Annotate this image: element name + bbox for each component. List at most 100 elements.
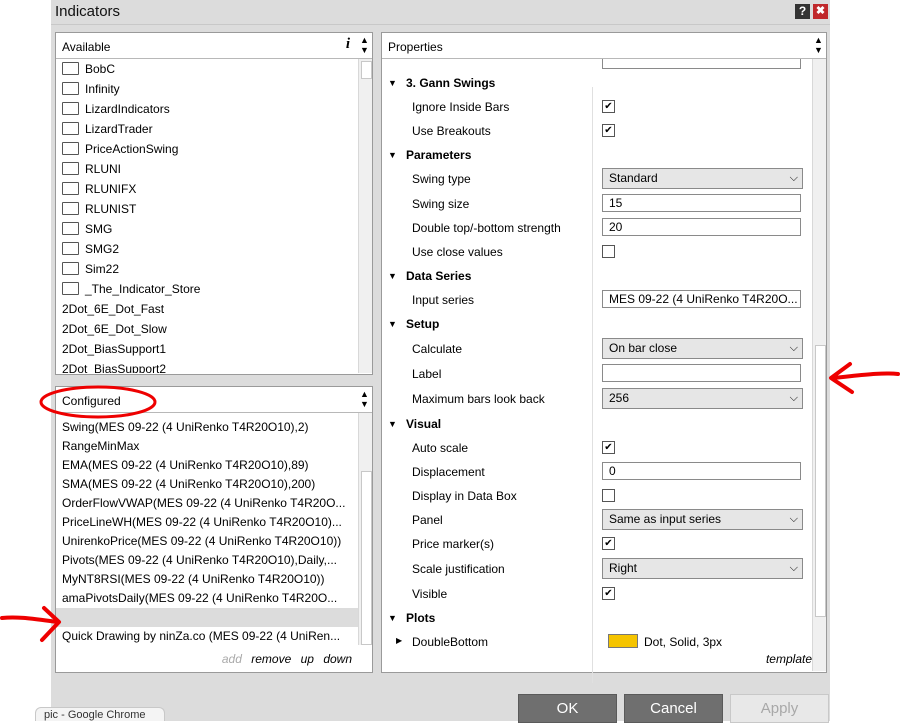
scale-justification-select[interactable]: Right ⌵ xyxy=(602,558,803,579)
collapse-triangle-icon[interactable]: ▼ xyxy=(388,613,397,623)
configured-item[interactable]: Pivots(MES 09-22 (4 UniRenko T4R20O10),D… xyxy=(56,551,358,570)
use-breakouts-checkbox[interactable]: ✔ xyxy=(602,124,615,137)
indicator-item[interactable]: 2Dot_BiasSupport1 xyxy=(56,339,358,359)
configured-item[interactable]: MyNT8RSI(MES 09-22 (4 UniRenko T4R20O10)… xyxy=(56,570,358,589)
auto-scale-checkbox[interactable]: ✔ xyxy=(602,441,615,454)
properties-scrollbar[interactable] xyxy=(812,59,826,671)
folder-icon xyxy=(62,102,79,116)
configured-item[interactable]: RangeMinMax xyxy=(56,437,358,456)
item-label: Sim22 xyxy=(85,262,120,276)
category-label: Plots xyxy=(406,611,436,625)
configured-scrollbar[interactable] xyxy=(358,413,372,645)
category-gann-swings[interactable]: ▼ 3. Gann Swings xyxy=(382,71,808,95)
panel-select[interactable]: Same as input series ⌵ xyxy=(602,509,803,530)
configured-item[interactable]: amaPivotsDaily(MES 09-22 (4 UniRenko T4R… xyxy=(56,589,358,608)
configured-item[interactable]: PriceLineWH(MES 09-22 (4 UniRenko T4R20O… xyxy=(56,513,358,532)
indicator-item[interactable]: 2Dot_6E_Dot_Fast xyxy=(56,299,358,319)
indicator-item[interactable]: 2Dot_6E_Dot_Slow xyxy=(56,319,358,339)
scroll-up-arrow-icon[interactable]: ▲ xyxy=(814,35,824,45)
scroll-up-arrow-icon[interactable]: ▲ xyxy=(360,389,370,399)
prop-label: Calculate xyxy=(412,342,463,356)
chrome-taskbar-tab[interactable]: pic - Google Chrome xyxy=(35,707,165,721)
configured-item[interactable]: OrderFlowVWAP(MES 09-22 (4 UniRenko T4R2… xyxy=(56,494,358,513)
collapse-triangle-icon[interactable]: ▼ xyxy=(388,78,397,88)
visible-checkbox[interactable]: ✔ xyxy=(602,587,615,600)
folder-item[interactable]: RLUNIFX xyxy=(56,179,358,199)
prop-ignore-inside-bars: Ignore Inside Bars ✔ xyxy=(382,95,808,119)
info-icon[interactable]: i xyxy=(346,36,350,53)
scroll-up-arrow-icon[interactable]: ▲ xyxy=(360,35,370,45)
properties-panel: Properties ▲ ▼ ▼ 3. Gann Swings Ignore I… xyxy=(381,32,827,683)
folder-icon xyxy=(62,142,79,156)
folder-item[interactable]: RLUNIST xyxy=(56,199,358,219)
configured-item[interactable]: Swing(MES 09-22 (4 UniRenko T4R20O10),2) xyxy=(56,418,358,437)
close-button[interactable]: ✖ xyxy=(813,4,828,19)
indicator-item[interactable]: 2Dot_BiasSupport2 xyxy=(56,359,358,373)
help-button[interactable]: ? xyxy=(795,4,810,19)
add-link[interactable]: add xyxy=(222,652,242,666)
category-setup[interactable]: ▼ Setup xyxy=(382,312,808,336)
folder-item[interactable]: SMG xyxy=(56,219,358,239)
folder-icon xyxy=(62,62,79,76)
ignore-inside-bars-checkbox[interactable]: ✔ xyxy=(602,100,615,113)
available-scrollbar[interactable] xyxy=(358,59,372,373)
label-input[interactable] xyxy=(602,364,801,382)
configured-item[interactable] xyxy=(56,608,358,627)
scroll-down-arrow-icon[interactable]: ▼ xyxy=(814,45,824,55)
collapse-triangle-icon[interactable]: ▼ xyxy=(388,319,397,329)
plot-color-swatch[interactable] xyxy=(608,634,638,648)
remove-link[interactable]: remove xyxy=(251,652,291,666)
scrollbar-thumb[interactable] xyxy=(361,471,372,645)
item-label: PriceActionSwing xyxy=(85,142,179,156)
scroll-down-arrow-icon[interactable]: ▼ xyxy=(360,45,370,55)
folder-item[interactable]: Sim22 xyxy=(56,259,358,279)
price-markers-checkbox[interactable]: ✔ xyxy=(602,537,615,550)
configured-item[interactable]: EMA(MES 09-22 (4 UniRenko T4R20O10),89) xyxy=(56,456,358,475)
use-close-values-checkbox[interactable] xyxy=(602,245,615,258)
folder-item[interactable]: Infinity xyxy=(56,79,358,99)
folder-item[interactable]: RLUNI xyxy=(56,159,358,179)
swing-size-input[interactable]: 15 xyxy=(602,194,801,212)
collapse-triangle-icon[interactable]: ▼ xyxy=(388,271,397,281)
display-in-data-box-checkbox[interactable] xyxy=(602,489,615,502)
calculate-select[interactable]: On bar close ⌵ xyxy=(602,338,803,359)
available-sort-arrows[interactable]: ▲ ▼ xyxy=(360,35,370,55)
prop-use-breakouts: Use Breakouts ✔ xyxy=(382,119,808,143)
prop-visible: Visible ✔ xyxy=(382,582,808,606)
template-link[interactable]: template xyxy=(766,652,812,666)
partial-input-field[interactable] xyxy=(602,59,801,69)
configured-item[interactable]: SMA(MES 09-22 (4 UniRenko T4R20O10),200) xyxy=(56,475,358,494)
expand-triangle-icon[interactable]: ▶ xyxy=(396,636,402,645)
folder-item[interactable]: LizardTrader xyxy=(56,119,358,139)
up-link[interactable]: up xyxy=(301,652,314,666)
category-data-series[interactable]: ▼ Data Series xyxy=(382,264,808,288)
input-series-field[interactable]: MES 09-22 (4 UniRenko T4R20O... xyxy=(602,290,801,308)
scrollbar-thumb[interactable] xyxy=(815,345,826,617)
max-bars-select[interactable]: 256 ⌵ xyxy=(602,388,803,409)
category-plots[interactable]: ▼ Plots xyxy=(382,606,808,630)
folder-item[interactable]: SMG2 xyxy=(56,239,358,259)
double-top-strength-input[interactable]: 20 xyxy=(602,218,801,236)
ok-button[interactable]: OK xyxy=(518,694,617,723)
scroll-down-arrow-icon[interactable]: ▼ xyxy=(360,399,370,409)
configured-item[interactable]: Quick Drawing by ninZa.co (MES 09-22 (4 … xyxy=(56,627,358,646)
cancel-button[interactable]: Cancel xyxy=(624,694,723,723)
folder-item[interactable]: BobC xyxy=(56,59,358,79)
configured-sort-arrows[interactable]: ▲ ▼ xyxy=(360,389,370,409)
scrollbar-thumb[interactable] xyxy=(361,61,372,79)
properties-sort-arrows[interactable]: ▲ ▼ xyxy=(814,35,824,55)
indicators-dialog: Indicators ? ✖ Available i ▲ ▼ BobC Infin… xyxy=(51,0,830,723)
down-link[interactable]: down xyxy=(323,652,352,666)
prop-label: Label xyxy=(412,367,442,381)
folder-item[interactable]: LizardIndicators xyxy=(56,99,358,119)
collapse-triangle-icon[interactable]: ▼ xyxy=(388,419,397,429)
displacement-input[interactable]: 0 xyxy=(602,462,801,480)
folder-item[interactable]: _The_Indicator_Store xyxy=(56,279,358,299)
category-visual[interactable]: ▼ Visual xyxy=(382,412,808,436)
category-parameters[interactable]: ▼ Parameters xyxy=(382,143,808,167)
configured-item[interactable]: UnirenkoPrice(MES 09-22 (4 UniRenko T4R2… xyxy=(56,532,358,551)
swing-type-select[interactable]: Standard ⌵ xyxy=(602,168,803,189)
apply-button[interactable]: Apply xyxy=(730,694,829,723)
folder-item[interactable]: PriceActionSwing xyxy=(56,139,358,159)
collapse-triangle-icon[interactable]: ▼ xyxy=(388,150,397,160)
